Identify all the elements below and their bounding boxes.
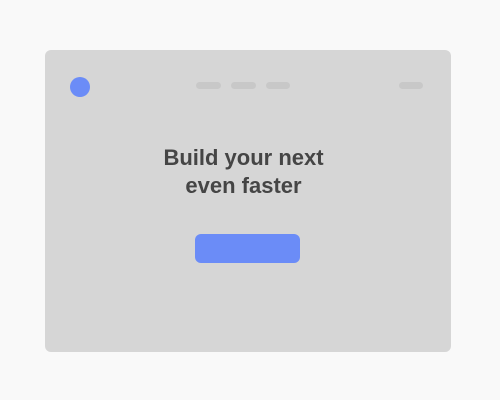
page: Build your next even faster <box>0 0 500 400</box>
nav-item-right[interactable] <box>399 82 423 89</box>
hero-headline-line-1: Build your next <box>163 145 324 170</box>
hero-headline: Build your next even faster <box>45 144 442 200</box>
nav-item-1[interactable] <box>196 82 221 89</box>
nav-item-3[interactable] <box>266 82 290 89</box>
app-window: Build your next even faster <box>45 50 451 352</box>
cta-button[interactable] <box>195 234 300 263</box>
circle-logo-icon[interactable] <box>70 77 90 97</box>
hero-headline-line-2: even faster <box>185 173 302 198</box>
nav-item-2[interactable] <box>231 82 256 89</box>
